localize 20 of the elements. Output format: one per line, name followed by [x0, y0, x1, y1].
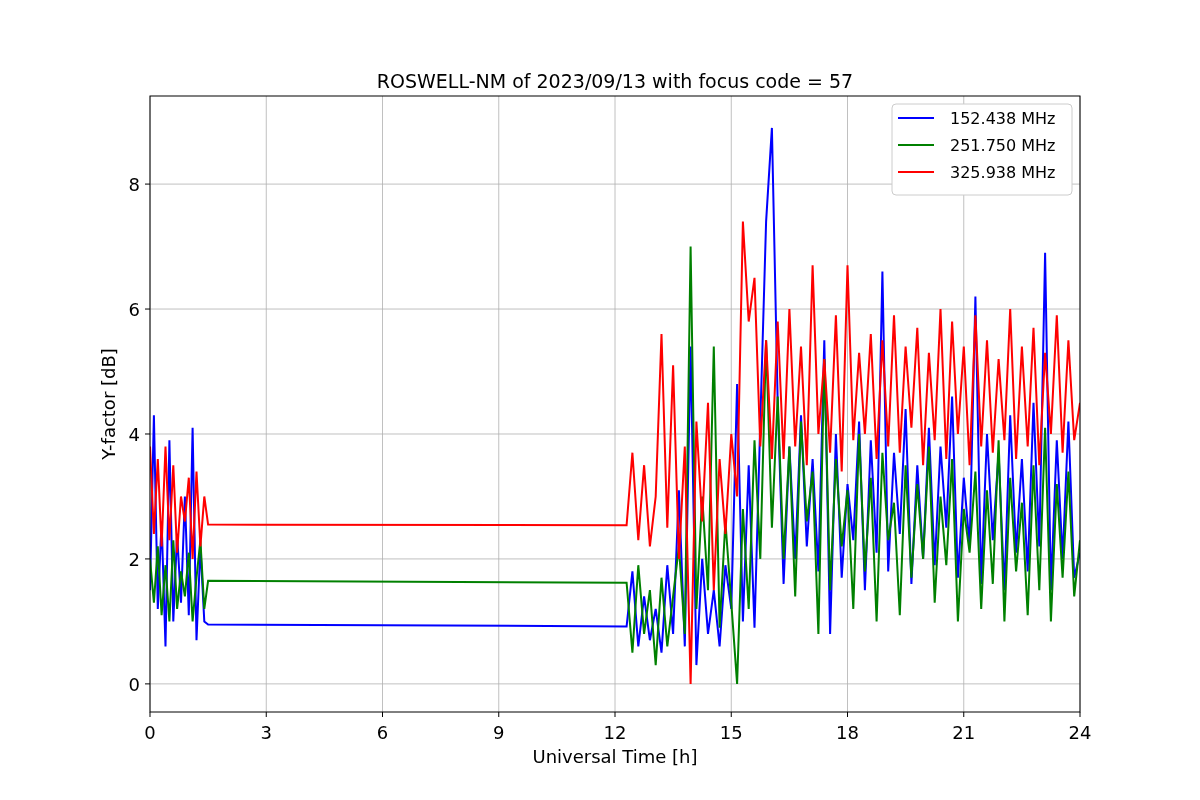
y-tick-label: 0	[128, 673, 140, 695]
x-tick-label: 12	[603, 722, 627, 743]
x-axis-label: Universal Time [h]	[532, 746, 698, 767]
y-tick-label: 4	[128, 424, 140, 445]
y-tick-label: 6	[128, 299, 140, 321]
x-tick-label: 18	[836, 722, 859, 743]
chart-title: ROSWELL-NM of 2023/09/13 with focus code = 57	[376, 70, 854, 92]
x-tick-label: 21	[952, 722, 976, 743]
x-tick-label: 0	[144, 722, 156, 743]
y-axis-label: Y-factor [dB]	[98, 348, 119, 460]
legend-label: 152.438 MHz	[950, 109, 1056, 128]
y-tick-label: 2	[128, 548, 140, 570]
x-tick-label: 24	[1068, 722, 1092, 743]
y-tick-label: 8	[128, 174, 140, 196]
x-tick-label: 6	[376, 722, 389, 743]
x-tick-label: 15	[719, 722, 743, 743]
legend-label: 251.750 MHz	[950, 136, 1056, 155]
x-tick-label: 3	[260, 722, 272, 743]
legend-label: 325.938 MHz	[950, 163, 1056, 182]
x-tick-label: 9	[493, 722, 505, 743]
